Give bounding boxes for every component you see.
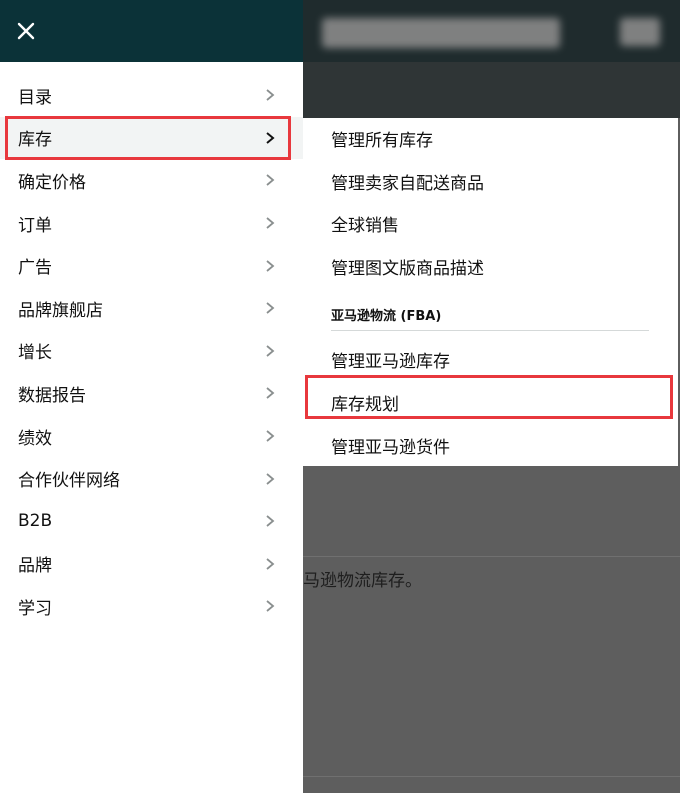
blurred-header-content [322,18,560,48]
menu-item-label: 绩效 [18,428,52,449]
menu-item-label: 品牌 [18,556,52,577]
menu-item-advertising[interactable]: 广告 [0,244,303,287]
background-snippet-text: 马逊物流库存。 [303,571,422,591]
menu-item-label: 确定价格 [18,172,86,193]
menu-item-label: 广告 [18,258,52,279]
menu-item-label: 合作伙伴网络 [18,471,120,492]
menu-item-label: 学习 [18,598,52,619]
menu-item-label: 目录 [18,87,52,108]
menu-item-brand-stores[interactable]: 品牌旗舰店 [0,287,303,330]
inventory-submenu: 管理所有库存 管理卖家自配送商品 全球销售 管理图文版商品描述 亚马逊物流 (F… [303,118,678,466]
menu-item-inventory[interactable]: 库存 [0,116,303,160]
chevron-right-icon [266,558,275,570]
navigation-drawer: 目录 库存 确定价格 订单 广告 品牌旗舰店 增长 数据报告 绩效 合作伙伴网络… [0,0,303,793]
submenu-item-manage-all-inventory[interactable]: 管理所有库存 [331,126,433,151]
menu-item-learn[interactable]: 学习 [0,585,303,628]
menu-item-growth[interactable]: 增长 [0,330,303,373]
menu-item-label: 数据报告 [18,385,86,406]
menu-item-label: 订单 [18,215,52,236]
submenu-item-manage-fbm-products[interactable]: 管理卖家自配送商品 [331,169,484,194]
menu-item-b2b[interactable]: B2B [0,500,303,543]
close-button[interactable] [14,19,38,43]
menu-item-label: B2B [18,511,53,532]
chevron-right-icon [266,302,275,314]
submenu-item-manage-fba-inventory[interactable]: 管理亚马逊库存 [331,347,450,372]
menu-item-label: 品牌旗舰店 [18,300,103,321]
chevron-right-icon [266,217,275,229]
menu-item-brand[interactable]: 品牌 [0,543,303,586]
blurred-header-button [620,18,660,46]
fba-section-title: 亚马逊物流 (FBA) [331,309,442,324]
menu-item-performance[interactable]: 绩效 [0,415,303,458]
background-divider [303,776,680,777]
chevron-right-icon [266,132,275,144]
fba-section-divider [331,330,649,331]
menu-item-label: 库存 [18,130,52,151]
chevron-right-icon [266,259,275,272]
submenu-item-manage-a-plus-content[interactable]: 管理图文版商品描述 [331,254,484,279]
menu-item-catalog[interactable]: 目录 [0,74,303,117]
chevron-right-icon [266,89,275,101]
submenu-item-global-selling[interactable]: 全球销售 [331,211,399,236]
menu-item-label: 增长 [18,343,52,364]
menu-item-pricing[interactable]: 确定价格 [0,159,303,202]
menu-item-reports[interactable]: 数据报告 [0,372,303,415]
close-icon [17,22,35,40]
drawer-header [0,0,303,62]
submenu-item-inventory-planning[interactable]: 库存规划 [331,390,399,415]
chevron-right-icon [266,472,275,485]
main-menu: 目录 库存 确定价格 订单 广告 品牌旗舰店 增长 数据报告 绩效 合作伙伴网络… [0,74,303,628]
submenu-item-manage-fba-shipments[interactable]: 管理亚马逊货件 [331,433,450,458]
chevron-right-icon [266,430,275,442]
chevron-right-icon [266,345,275,357]
chevron-right-icon [266,600,275,613]
menu-item-partner-network[interactable]: 合作伙伴网络 [0,457,303,500]
menu-item-orders[interactable]: 订单 [0,202,303,245]
chevron-right-icon [266,387,275,400]
chevron-right-icon [266,515,275,527]
chevron-right-icon [266,174,275,187]
background-divider [303,556,680,557]
